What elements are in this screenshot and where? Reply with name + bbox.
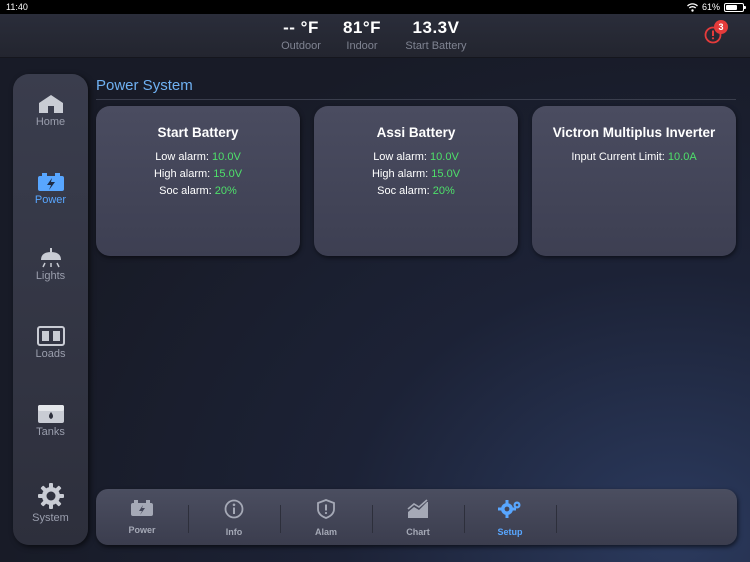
tab-label-alarm: Alam xyxy=(314,527,337,537)
card-title: Assi Battery xyxy=(376,125,456,140)
row-value: 15.0V xyxy=(431,168,461,180)
row-label: Soc alarm: xyxy=(377,185,430,197)
tab-setup[interactable]: Setup xyxy=(464,499,556,537)
tab-label-info: Info xyxy=(225,527,243,537)
start-battery-value: 13.3V xyxy=(412,18,460,37)
tank-icon xyxy=(37,405,64,423)
tab-label-setup: Setup xyxy=(497,527,523,537)
sidebar-label-home: Home xyxy=(35,116,66,128)
row-value: 10.0V xyxy=(430,151,459,163)
row-label: Low alarm: xyxy=(155,151,209,163)
row-value: 10.0A xyxy=(667,151,697,163)
card-row: Low alarm: 10.0V xyxy=(314,149,518,166)
sidebar-item-tanks[interactable]: Tanks xyxy=(13,404,88,438)
tab-label-power: Power xyxy=(128,525,156,535)
tab-chart[interactable]: Chart xyxy=(372,499,464,537)
sidebar-label-tanks: Tanks xyxy=(36,426,65,438)
battery-percent: 61% xyxy=(701,2,720,12)
sidebar-item-lights[interactable]: Lights xyxy=(13,248,88,282)
lamp-icon xyxy=(40,248,61,268)
status-time: 11:40 xyxy=(6,2,28,12)
title-divider xyxy=(96,99,736,100)
row-value: 15.0V xyxy=(213,168,243,180)
tab-divider xyxy=(556,505,557,533)
outdoor-metric: -- °F Outdoor xyxy=(270,18,332,52)
app-root: 11:40 61% -- °F Outdoor 81°F Indoor 13.3… xyxy=(0,0,750,562)
sidebar-label-lights: Lights xyxy=(35,270,66,282)
page-title: Power System xyxy=(96,77,193,94)
indoor-value: 81°F xyxy=(342,18,382,37)
row-label: High alarm: xyxy=(371,168,429,180)
card-row: Soc alarm: 20% xyxy=(314,183,518,200)
tab-power[interactable]: Power xyxy=(96,499,188,535)
home-icon xyxy=(38,95,63,113)
row-value: 20% xyxy=(432,185,455,197)
battery-icon xyxy=(37,173,64,191)
tab-alarm[interactable]: Alam xyxy=(280,499,372,537)
bottom-tab-bar: Power Info Alam Chart Setup xyxy=(96,489,737,545)
inverter-card[interactable]: Victron Multiplus Inverter Input Current… xyxy=(532,106,736,256)
status-bar: 11:40 61% xyxy=(0,0,750,14)
row-label: Soc alarm: xyxy=(159,185,212,197)
indoor-metric: 81°F Indoor xyxy=(336,18,388,52)
alert-count-badge: 3 xyxy=(714,20,728,34)
card-row: Input Current Limit: 10.0A xyxy=(532,149,736,166)
card-title: Start Battery xyxy=(157,125,239,140)
row-label: Input Current Limit: xyxy=(571,151,665,163)
outdoor-label: Outdoor xyxy=(281,40,321,52)
card-row: Low alarm: 10.0V xyxy=(96,149,300,166)
start-battery-card[interactable]: Start Battery Low alarm: 10.0V High alar… xyxy=(96,106,300,256)
outdoor-value: -- °F xyxy=(283,18,319,37)
wifi-icon xyxy=(687,2,698,12)
alarm-shield-icon xyxy=(317,499,335,519)
start-battery-label: Start Battery xyxy=(405,40,467,52)
sidebar-item-home[interactable]: Home xyxy=(13,94,88,128)
sidebar: Home Power Lights Loads Tanks System xyxy=(13,74,88,545)
sidebar-label-power: Power xyxy=(34,194,67,206)
card-title: Victron Multiplus Inverter xyxy=(552,125,716,140)
card-row: High alarm: 15.0V xyxy=(314,166,518,183)
info-icon xyxy=(224,499,244,519)
row-label: High alarm: xyxy=(153,168,211,180)
row-label: Low alarm: xyxy=(373,151,427,163)
chart-icon xyxy=(407,499,428,518)
top-header: -- °F Outdoor 81°F Indoor 13.3V Start Ba… xyxy=(0,14,750,58)
settings-gears-icon xyxy=(498,500,521,518)
battery-icon xyxy=(131,500,153,516)
status-right: 61% xyxy=(687,2,746,12)
sidebar-label-system: System xyxy=(32,512,69,524)
card-row: Soc alarm: 20% xyxy=(96,183,300,200)
card-row: High alarm: 15.0V xyxy=(96,166,300,183)
device-battery-icon xyxy=(724,2,746,12)
sidebar-item-system[interactable]: System xyxy=(13,482,88,524)
sidebar-item-power[interactable]: Power xyxy=(13,172,88,206)
sidebar-label-loads: Loads xyxy=(35,348,66,360)
alert-button[interactable]: 3 xyxy=(704,20,728,44)
gear-icon xyxy=(37,483,64,509)
indoor-label: Indoor xyxy=(346,40,378,52)
assi-battery-card[interactable]: Assi Battery Low alarm: 10.0V High alarm… xyxy=(314,106,518,256)
tab-info[interactable]: Info xyxy=(188,499,280,537)
sidebar-item-loads[interactable]: Loads xyxy=(13,326,88,360)
row-value: 10.0V xyxy=(212,151,241,163)
row-value: 20% xyxy=(214,185,237,197)
tab-label-chart: Chart xyxy=(406,527,430,537)
start-battery-metric: 13.3V Start Battery xyxy=(396,18,476,52)
switch-panel-icon xyxy=(36,326,65,346)
